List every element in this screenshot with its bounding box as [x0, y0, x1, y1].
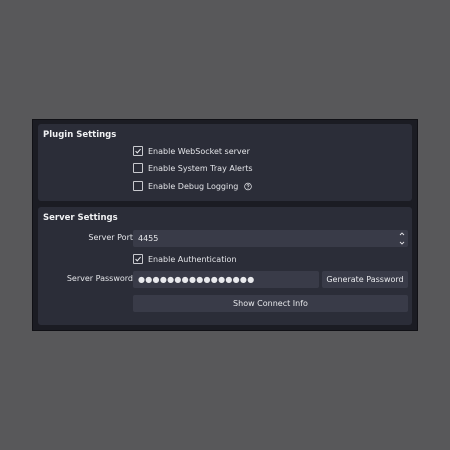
server-port-label: Server Port	[88, 233, 133, 242]
enable-websocket-server-checkbox[interactable]: Enable WebSocket server	[133, 144, 250, 158]
checkbox-checked-icon[interactable]	[133, 254, 143, 264]
chevron-up-icon[interactable]	[399, 231, 405, 237]
enable-debug-logging-checkbox[interactable]: Enable Debug Logging	[133, 179, 253, 193]
chevron-down-icon[interactable]	[399, 240, 405, 246]
server-port-spinbox[interactable]: 4455	[133, 230, 408, 247]
enable-system-tray-alerts-label: Enable System Tray Alerts	[148, 163, 253, 173]
server-settings-title: Server Settings	[43, 213, 118, 223]
enable-authentication-checkbox[interactable]: Enable Authentication	[133, 252, 237, 266]
checkbox-unchecked-icon[interactable]	[133, 181, 143, 191]
server-password-label: Server Password	[66, 274, 133, 283]
server-settings-group: Server Settings Server Port 4455 Enable …	[38, 207, 412, 325]
checkbox-checked-icon[interactable]	[133, 146, 143, 156]
generate-password-button[interactable]: Generate Password	[322, 271, 408, 288]
password-value: ●●●●●●●●●●●●●●●●	[138, 275, 255, 284]
enable-websocket-server-label: Enable WebSocket server	[148, 146, 250, 156]
websocket-settings-dialog: Plugin Settings Enable WebSocket server …	[32, 119, 418, 331]
enable-authentication-label: Enable Authentication	[148, 254, 237, 264]
question-circle-icon[interactable]	[244, 182, 253, 191]
port-stepper[interactable]	[398, 231, 405, 246]
server-port-value: 4455	[138, 234, 159, 243]
show-connect-info-button[interactable]: Show Connect Info	[133, 295, 408, 312]
checkbox-unchecked-icon[interactable]	[133, 163, 143, 173]
enable-debug-logging-label: Enable Debug Logging	[148, 181, 239, 191]
enable-system-tray-alerts-checkbox[interactable]: Enable System Tray Alerts	[133, 161, 253, 175]
plugin-settings-title: Plugin Settings	[43, 130, 117, 140]
server-password-field[interactable]: ●●●●●●●●●●●●●●●●	[133, 271, 319, 288]
plugin-settings-group: Plugin Settings Enable WebSocket server …	[38, 124, 412, 201]
